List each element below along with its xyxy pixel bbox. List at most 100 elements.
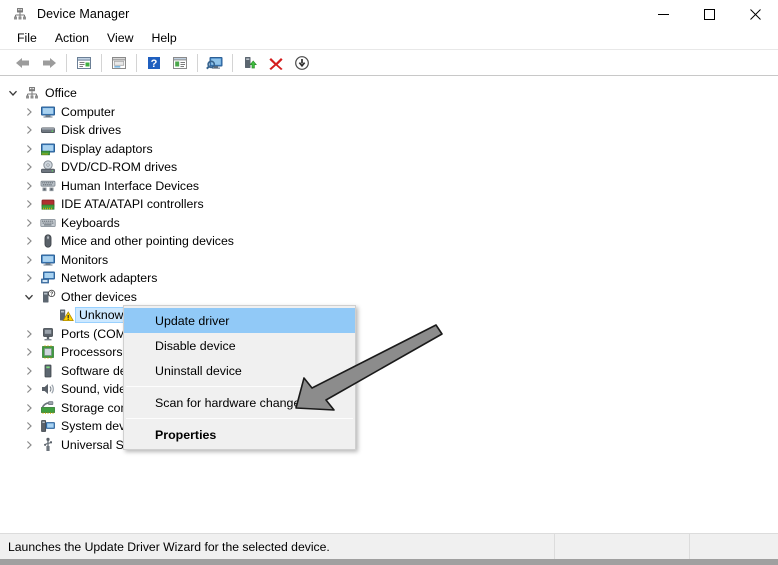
context-menu-separator (126, 386, 353, 387)
tree-item-disk-drives[interactable]: Disk drives (2, 121, 776, 140)
keyboard-icon (38, 215, 58, 231)
toolbar-separator (66, 53, 67, 72)
title-bar: Device Manager (0, 0, 778, 28)
tree-item-software-devices[interactable]: Software devices (2, 362, 776, 381)
tree-item-storage-controllers[interactable]: Storage controllers (2, 399, 776, 418)
uninstall-device-icon[interactable] (263, 51, 289, 75)
tree-item-unknown-device[interactable]: Unknown device (2, 306, 776, 325)
chevron-right-icon[interactable] (20, 181, 38, 191)
chevron-right-icon[interactable] (20, 125, 38, 135)
window-controls (640, 0, 778, 28)
display-adapter-icon (38, 141, 58, 157)
scan-for-hardware-changes-icon[interactable] (202, 51, 228, 75)
toolbar-separator (101, 53, 102, 72)
tree-item-ports[interactable]: Ports (COM & LPT) (2, 325, 776, 344)
toolbar-separator (136, 53, 137, 72)
context-menu-item-scan-for-hardware-changes[interactable]: Scan for hardware changes (124, 390, 355, 415)
status-bar-message: Launches the Update Driver Wizard for th… (0, 534, 555, 559)
chevron-right-icon[interactable] (20, 329, 38, 339)
forward-icon[interactable] (36, 51, 62, 75)
context-menu-item-update-driver[interactable]: Update driver (124, 308, 355, 333)
chevron-down-icon[interactable] (20, 292, 38, 302)
chevron-right-icon[interactable] (20, 144, 38, 154)
close-button[interactable] (732, 0, 778, 28)
chevron-right-icon[interactable] (20, 255, 38, 265)
tree-item-label: Computer (61, 104, 115, 119)
port-icon (38, 326, 58, 342)
chevron-right-icon[interactable] (20, 347, 38, 357)
svg-text:?: ? (50, 291, 53, 297)
chevron-right-icon[interactable] (20, 273, 38, 283)
network-adapter-icon (38, 270, 58, 286)
unknown-device-warning-icon (56, 307, 76, 323)
chevron-right-icon[interactable] (20, 403, 38, 413)
tree-item-mice-and-other-pointing-devices[interactable]: Mice and other pointing devices (2, 232, 776, 251)
chevron-right-icon[interactable] (20, 236, 38, 246)
device-manager-icon (12, 6, 28, 22)
title-bar-left: Device Manager (0, 6, 129, 22)
tree-item-label: DVD/CD-ROM drives (61, 160, 178, 175)
view-icon[interactable] (167, 51, 193, 75)
menu-file[interactable]: File (10, 29, 48, 48)
chevron-right-icon[interactable] (20, 162, 38, 172)
window-bottom-edge (0, 559, 778, 565)
tree-item-label: Monitors (61, 252, 109, 267)
storage-controller-icon (38, 400, 58, 416)
other-devices-icon: ? (38, 289, 58, 305)
chevron-right-icon[interactable] (20, 199, 38, 209)
menu-action[interactable]: Action (48, 29, 100, 48)
chevron-right-icon[interactable] (20, 384, 38, 394)
tree-item-display-adaptors[interactable]: Display adaptors (2, 140, 776, 159)
device-tree: Office Computer Disk drives Display adap… (2, 80, 776, 454)
toolbar-separator (232, 53, 233, 72)
chevron-right-icon[interactable] (20, 440, 38, 450)
tree-item-office[interactable]: Office (2, 84, 776, 103)
context-menu-item-uninstall-device[interactable]: Uninstall device (124, 358, 355, 383)
tree-item-network-adapters[interactable]: Network adapters (2, 269, 776, 288)
ide-controller-icon (38, 196, 58, 212)
context-menu: Update driver Disable device Uninstall d… (123, 305, 356, 450)
menu-help[interactable]: Help (144, 29, 187, 48)
tree-item-ide-ata-atapi-controllers[interactable]: IDE ATA/ATAPI controllers (2, 195, 776, 214)
dvd-drive-icon (38, 159, 58, 175)
tree-item-label: Keyboards (61, 215, 120, 230)
chevron-right-icon[interactable] (20, 366, 38, 376)
chevron-right-icon[interactable] (20, 421, 38, 431)
tree-item-keyboards[interactable]: Keyboards (2, 214, 776, 233)
menu-view[interactable]: View (100, 29, 144, 48)
help-icon[interactable]: ? (141, 51, 167, 75)
tree-item-universal-serial-bus-controllers[interactable]: Universal Serial Bus controllers (2, 436, 776, 455)
chevron-right-icon[interactable] (20, 107, 38, 117)
processor-icon (38, 344, 58, 360)
minimize-button[interactable] (640, 0, 686, 28)
chevron-right-icon[interactable] (20, 218, 38, 228)
tree-item-processors[interactable]: Processors (2, 343, 776, 362)
window-title: Device Manager (37, 7, 130, 21)
toolbar: ? (0, 50, 778, 76)
context-menu-item-properties[interactable]: Properties (124, 422, 355, 447)
monitor-icon (38, 252, 58, 268)
back-icon[interactable] (10, 51, 36, 75)
chevron-down-icon[interactable] (4, 88, 22, 98)
update-driver-icon[interactable] (289, 51, 315, 75)
show-hide-console-tree-icon[interactable] (106, 51, 132, 75)
usb-controller-icon (38, 437, 58, 453)
maximize-button[interactable] (686, 0, 732, 28)
tree-item-system-devices[interactable]: System devices (2, 417, 776, 436)
tree-item-label: Network adapters (61, 271, 158, 286)
tree-item-sound-video-and-game-controllers[interactable]: Sound, video and game controllers (2, 380, 776, 399)
tree-item-label: Office (45, 86, 77, 101)
tree-item-label: Display adaptors (61, 141, 153, 156)
status-bar-pane-3 (690, 534, 778, 559)
system-device-icon (38, 418, 58, 434)
tree-item-dvd-cd-rom-drives[interactable]: DVD/CD-ROM drives (2, 158, 776, 177)
tree-item-other-devices[interactable]: ? Other devices (2, 288, 776, 307)
tree-item-computer[interactable]: Computer (2, 103, 776, 122)
tree-item-human-interface-devices[interactable]: Human Interface Devices (2, 177, 776, 196)
tree-item-monitors[interactable]: Monitors (2, 251, 776, 270)
svg-text:?: ? (151, 58, 158, 70)
enable-device-icon[interactable] (237, 51, 263, 75)
properties-icon[interactable] (71, 51, 97, 75)
context-menu-item-disable-device[interactable]: Disable device (124, 333, 355, 358)
hid-icon (38, 178, 58, 194)
